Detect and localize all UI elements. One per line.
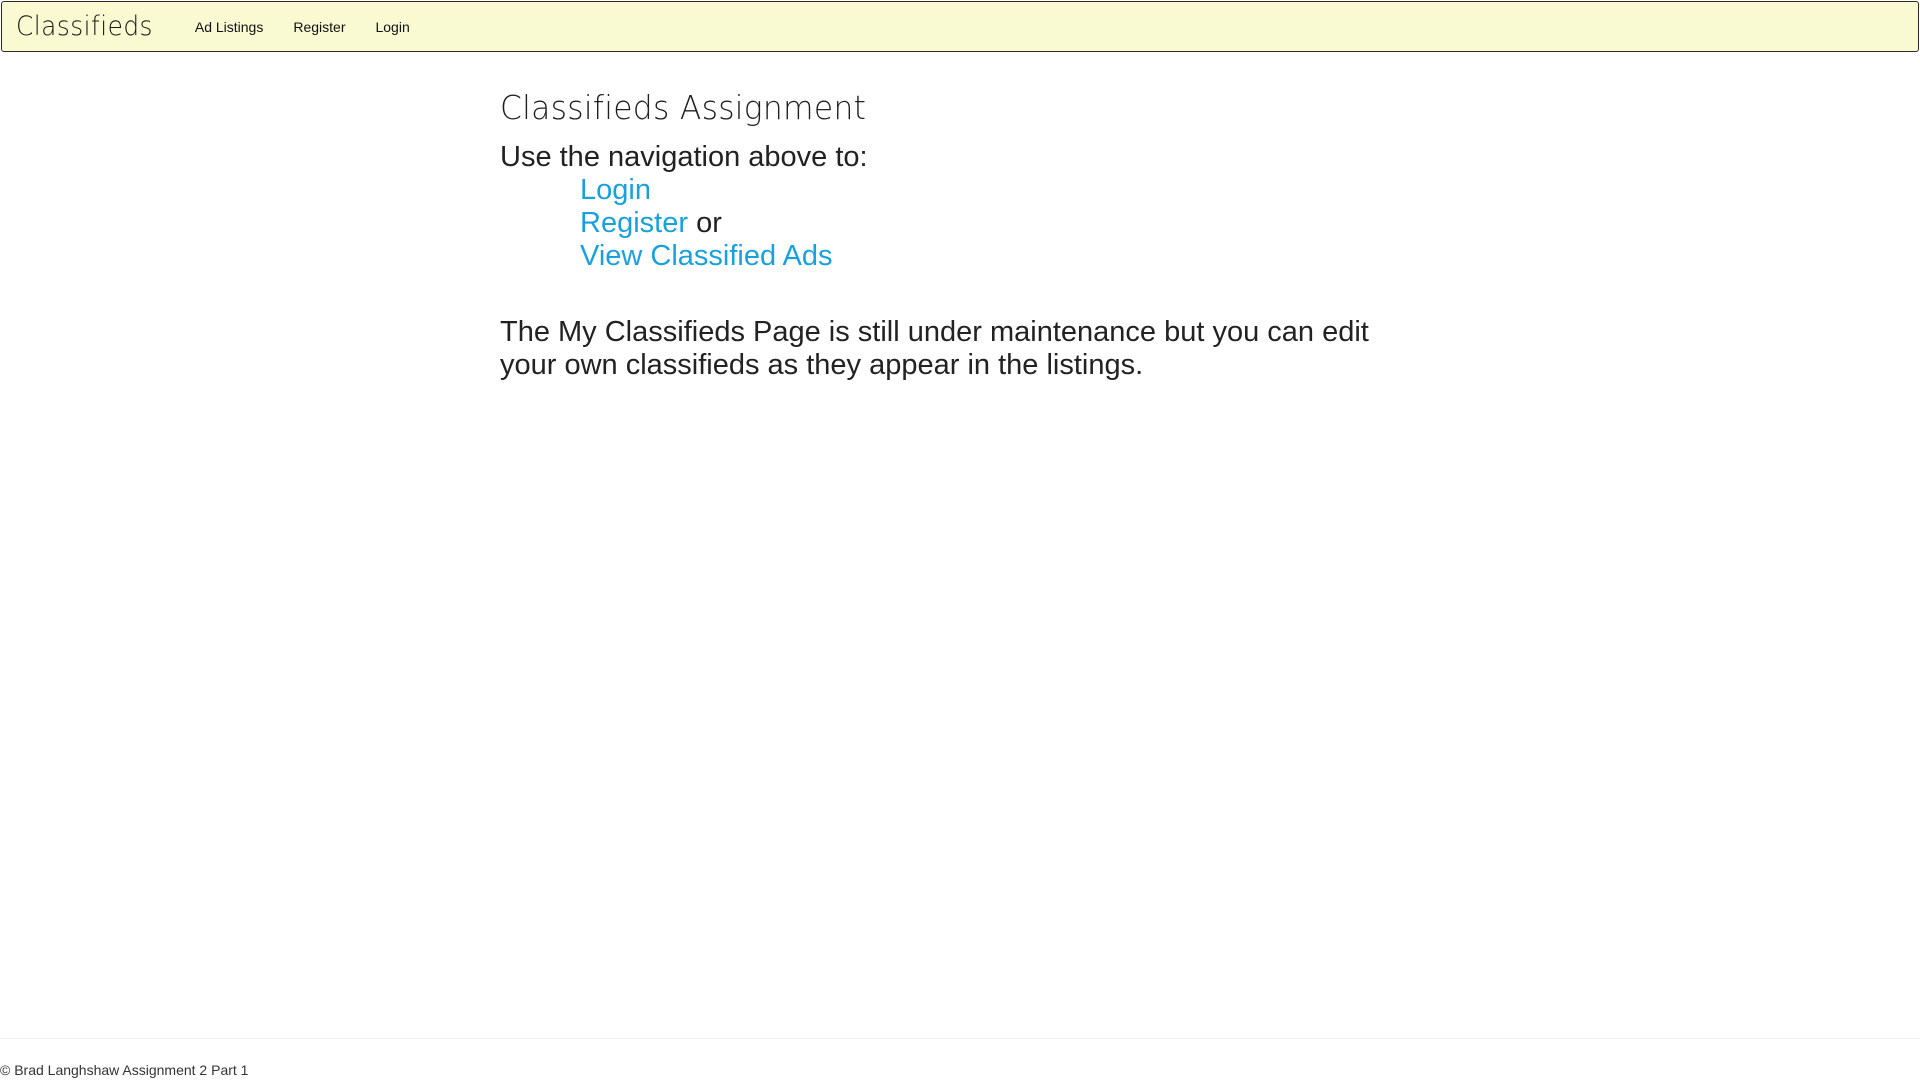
nav-links: Ad Listings Register Login (180, 19, 425, 35)
footer-copyright: © Brad Langhshaw Assignment 2 Part 1 (0, 1062, 249, 1078)
brand-logo-link[interactable]: Classifieds (16, 11, 153, 42)
login-link[interactable]: Login (580, 174, 651, 206)
nav-link-register[interactable]: Register (278, 19, 360, 35)
nav-link-login[interactable]: Login (360, 19, 424, 35)
footer: © Brad Langhshaw Assignment 2 Part 1 (0, 1038, 1920, 1080)
page-title: Classifieds Assignment (500, 88, 867, 127)
option-register-row: Register or (580, 207, 1500, 240)
option-login-row: Login (580, 174, 1500, 207)
navigation-options: Login Register or View Classified Ads (500, 174, 1500, 273)
intro-text: Use the navigation above to: (500, 141, 868, 173)
maintenance-notice: The My Classifieds Page is still under m… (500, 316, 1369, 381)
top-navbar: Classifieds Ad Listings Register Login (1, 1, 1919, 52)
option-view-ads-row: View Classified Ads (580, 240, 1500, 273)
view-classified-ads-link[interactable]: View Classified Ads (580, 240, 833, 272)
nav-link-ad-listings[interactable]: Ad Listings (180, 19, 278, 35)
register-link[interactable]: Register (580, 207, 688, 239)
or-text: or (696, 207, 722, 239)
main-content: Classifieds Assignment Use the navigatio… (500, 88, 1500, 382)
